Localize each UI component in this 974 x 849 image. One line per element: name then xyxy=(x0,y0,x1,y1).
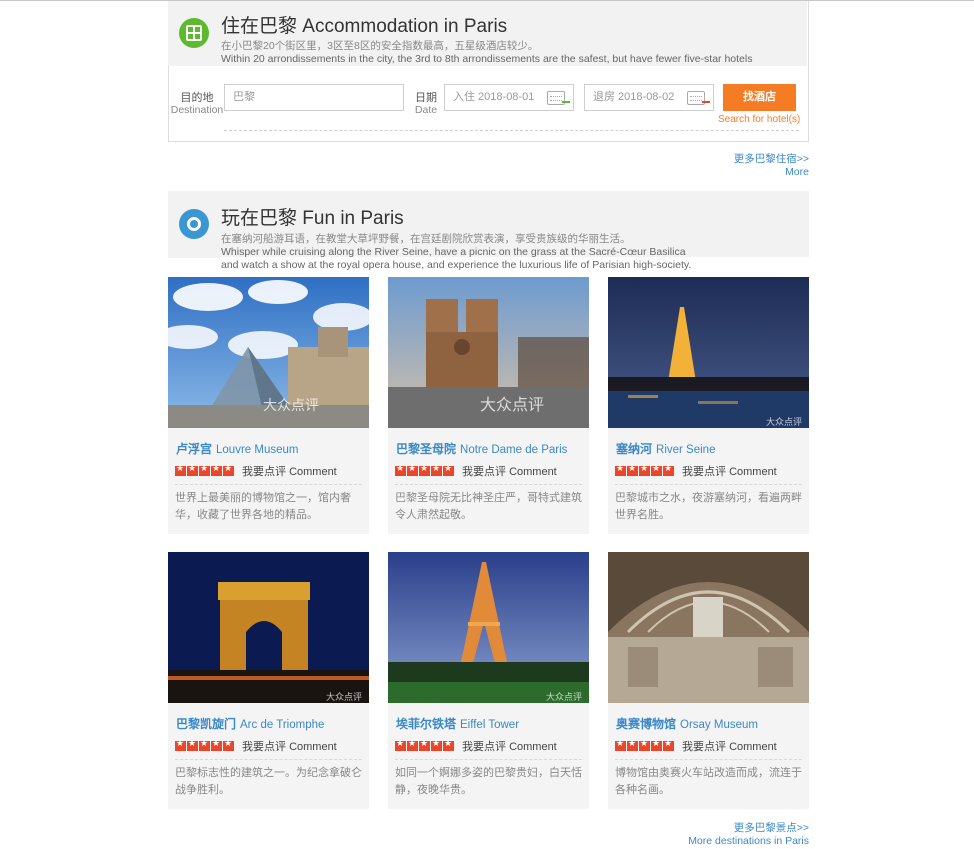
search-hotels-link[interactable]: Search for hotel(s) xyxy=(718,114,800,125)
checkin-value: 入住 2018-08-01 xyxy=(453,91,535,103)
rating-row: 我要点评 Comment xyxy=(395,463,557,479)
comment-link[interactable]: 我要点评 Comment xyxy=(682,463,777,479)
fun-header: 玩在巴黎 Fun in Paris 在塞纳河船游耳语，在教堂大草坪野餐，在宫廷剧… xyxy=(168,191,809,258)
accommodation-subtitle-zh: 在小巴黎20个街区里，3区至8区的安全指数最高，五星级酒店较少。 xyxy=(221,40,539,52)
attraction-name[interactable]: 塞纳河 River Seine xyxy=(616,440,715,457)
fun-subtitle-en-2: and watch a show at the royal opera hous… xyxy=(221,259,692,271)
attraction-card-orsay-museum[interactable]: 奥赛博物馆Orsay Museum 我要点评 Comment 博物馆由奥赛火车站… xyxy=(608,552,809,809)
comment-link[interactable]: 我要点评 Comment xyxy=(462,738,557,754)
hotel-icon xyxy=(179,18,209,48)
comment-link[interactable]: 我要点评 Comment xyxy=(462,463,557,479)
fun-title: 玩在巴黎 Fun in Paris xyxy=(221,207,404,229)
watermark: 大众点评 xyxy=(480,397,545,414)
star-rating-icon xyxy=(615,464,674,476)
notre-dame-photo: 大众点评 xyxy=(388,277,589,428)
attraction-card-river-seine[interactable]: 大众点评 塞纳河River Seine 我要点评 Comment 巴黎城市之水，… xyxy=(608,277,809,534)
comment-link[interactable]: 我要点评 Comment xyxy=(242,463,337,479)
attraction-description: 如同一个婀娜多姿的巴黎贵妇，白天恬静，夜晚华贵。 xyxy=(395,767,582,796)
location-icon xyxy=(179,209,209,239)
attraction-name[interactable]: 巴黎圣母院 Notre Dame de Paris xyxy=(396,440,567,457)
river-seine-photo: 大众点评 xyxy=(608,277,809,428)
star-rating-icon xyxy=(175,739,234,751)
comment-link[interactable]: 我要点评 Comment xyxy=(242,738,337,754)
more-accommodation-link[interactable]: 更多巴黎住宿>> More xyxy=(734,153,809,179)
orsay-museum-photo xyxy=(608,552,809,703)
rating-row: 我要点评 Comment xyxy=(175,463,337,479)
attraction-description: 巴黎标志性的建筑之一。为纪念拿破仑战争胜利。 xyxy=(175,767,362,796)
form-divider xyxy=(224,130,799,131)
comment-link[interactable]: 我要点评 Comment xyxy=(682,738,777,754)
checkin-date-input[interactable]: 入住 2018-08-01 xyxy=(444,84,574,111)
star-rating-icon xyxy=(175,464,234,476)
checkin-arrow-icon xyxy=(562,98,570,103)
checkout-date-input[interactable]: 退房 2018-08-02 xyxy=(584,84,714,111)
accommodation-subtitle-en: Within 20 arrondissements in the city, t… xyxy=(221,53,753,65)
fun-subtitle-zh: 在塞纳河船游耳语，在教堂大草坪野餐，在宫廷剧院欣赏表演，享受贵族级的华丽生活。 xyxy=(221,233,631,245)
watermark: 大众点评 xyxy=(263,397,319,413)
attraction-description: 巴黎圣母院无比神圣庄严，哥特式建筑令人肃然起敬。 xyxy=(395,492,582,521)
date-label: 日期 Date xyxy=(414,92,438,116)
watermark: 大众点评 xyxy=(766,417,803,427)
rating-row: 我要点评 Comment xyxy=(395,738,557,754)
attraction-description: 巴黎城市之水，夜游塞纳河，看遍两畔世界名胜。 xyxy=(615,492,802,521)
star-rating-icon xyxy=(395,464,454,476)
checkout-arrow-icon xyxy=(702,98,710,103)
accommodation-title: 住在巴黎 Accommodation in Paris xyxy=(221,15,508,37)
destination-label: 目的地 Destination xyxy=(170,92,224,116)
attraction-name[interactable]: 埃菲尔铁塔 Eiffel Tower xyxy=(396,715,519,732)
attraction-description: 博物馆由奥赛火车站改造而成，流连于各种名画。 xyxy=(615,767,802,796)
attraction-name[interactable]: 卢浮宫 Louvre Museum xyxy=(176,440,298,457)
attraction-name[interactable]: 奥赛博物馆 Orsay Museum xyxy=(616,715,758,732)
attraction-name[interactable]: 巴黎凯旋门 Arc de Triomphe xyxy=(176,715,324,732)
rating-row: 我要点评 Comment xyxy=(175,738,337,754)
rating-row: 我要点评 Comment xyxy=(615,738,777,754)
louvre-photo: 大众点评 xyxy=(168,277,369,428)
more-destinations-link[interactable]: 更多巴黎景点>> More destinations in Paris xyxy=(688,822,809,848)
watermark: 大众点评 xyxy=(546,692,583,702)
find-hotel-button[interactable]: 找酒店 xyxy=(723,84,796,111)
eiffel-tower-photo: 大众点评 xyxy=(388,552,589,703)
checkout-value: 退房 2018-08-02 xyxy=(593,91,675,103)
attraction-card-louvre[interactable]: 大众点评 卢浮宫Louvre Museum 我要点评 Comment 世界上最美… xyxy=(168,277,369,534)
watermark: 大众点评 xyxy=(326,692,363,702)
rating-row: 我要点评 Comment xyxy=(615,463,777,479)
attraction-description: 世界上最美丽的博物馆之一，馆内奢华，收藏了世界各地的精品。 xyxy=(175,492,351,521)
attraction-card-notre-dame[interactable]: 大众点评 巴黎圣母院Notre Dame de Paris 我要点评 Comme… xyxy=(388,277,589,534)
attraction-card-arc-de-triomphe[interactable]: 大众点评 巴黎凯旋门Arc de Triomphe 我要点评 Comment 巴… xyxy=(168,552,369,809)
attraction-card-eiffel-tower[interactable]: 大众点评 埃菲尔铁塔Eiffel Tower 我要点评 Comment 如同一个… xyxy=(388,552,589,809)
star-rating-icon xyxy=(615,739,674,751)
star-rating-icon xyxy=(395,739,454,751)
arc-de-triomphe-photo: 大众点评 xyxy=(168,552,369,703)
accommodation-header: 住在巴黎 Accommodation in Paris 在小巴黎20个街区里，3… xyxy=(168,1,807,66)
destination-input[interactable]: 巴黎 xyxy=(224,84,404,111)
